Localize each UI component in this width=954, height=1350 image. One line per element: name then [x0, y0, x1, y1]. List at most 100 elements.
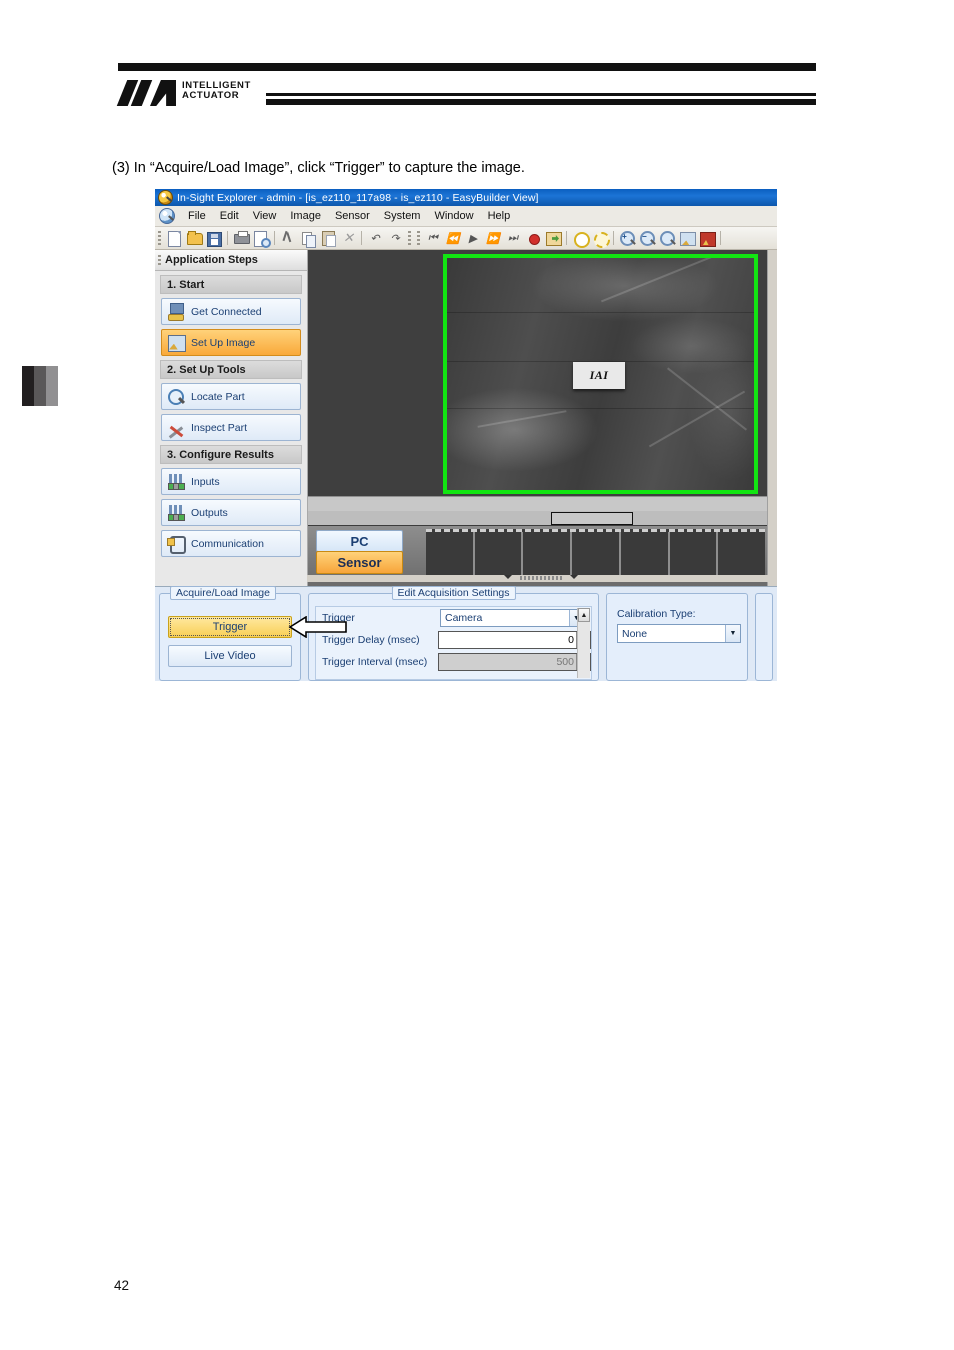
tab-pc[interactable]: PC [316, 530, 403, 552]
sidebar-item-set-up-image[interactable]: Set Up Image [161, 329, 301, 356]
magnifier-icon [166, 387, 186, 407]
tools-icon [166, 418, 186, 438]
edit-acquisition-settings-pane: Edit Acquisition Settings Trigger Camera… [308, 586, 599, 681]
splitter-caret-left[interactable] [504, 575, 513, 579]
window-title: In-Sight Explorer - admin - [is_ez110_11… [177, 191, 539, 204]
outputs-icon [166, 503, 186, 523]
undo-icon[interactable]: ↶ [366, 229, 384, 247]
toolbar-separator [361, 231, 362, 245]
scrollbar-thumb[interactable] [551, 512, 633, 525]
bottom-panel: Acquire/Load Image Trigger Live Video Ed… [155, 586, 777, 681]
sidebar-item-communication[interactable]: Communication [161, 530, 301, 557]
sidebar-item-get-connected[interactable]: Get Connected [161, 298, 301, 325]
zoom-fit-icon[interactable] [658, 229, 676, 247]
print-preview-icon[interactable] [252, 229, 271, 248]
filmstrip-cell[interactable] [670, 532, 719, 577]
open-folder-icon[interactable] [185, 229, 203, 247]
filmstrip-cell[interactable] [426, 532, 475, 577]
rewind-icon[interactable]: ⏪ [444, 229, 462, 247]
acquisition-vertical-scrollbar[interactable]: ▲ [577, 608, 590, 678]
toolbar-overflow-grip[interactable] [408, 231, 411, 245]
system-menu-icon[interactable] [159, 208, 175, 224]
zoom-in-icon[interactable]: + [618, 229, 636, 247]
toolbar-separator [274, 231, 275, 245]
last-record-icon[interactable]: ⏭ [504, 229, 522, 247]
menu-item-help[interactable]: Help [481, 209, 518, 223]
record-icon[interactable] [524, 229, 542, 247]
iai-logo-mark [116, 78, 182, 108]
sidebar-group-set-up-tools: 2. Set Up Tools [160, 360, 302, 379]
offline-icon[interactable] [591, 229, 610, 248]
scroll-up-icon[interactable]: ▲ [578, 608, 590, 622]
sidebar-item-locate-part[interactable]: Locate Part [161, 383, 301, 410]
trigger-source-value: Camera [445, 612, 483, 624]
menu-item-file[interactable]: File [181, 209, 213, 223]
pane-splitter[interactable] [307, 575, 777, 582]
acquisition-pane-title: Edit Acquisition Settings [391, 586, 516, 600]
splitter-grip-dots [520, 576, 564, 580]
export-icon[interactable] [544, 229, 562, 247]
trigger-button[interactable]: Trigger [168, 616, 292, 638]
zoom-out-icon[interactable]: − [638, 229, 656, 247]
filmstrip[interactable] [426, 529, 765, 580]
online-icon[interactable] [571, 229, 590, 248]
splitter-caret-right[interactable] [570, 575, 579, 579]
menu-item-view[interactable]: View [246, 209, 284, 223]
in-sight-explorer-window: In-Sight Explorer - admin - [is_ez110_11… [155, 189, 777, 681]
window-title-bar: In-Sight Explorer - admin - [is_ez110_11… [155, 189, 777, 206]
header-rule-thick [266, 99, 816, 105]
save-icon[interactable] [205, 229, 223, 247]
trigger-delay-stepper[interactable]: 0 ▲ ▼ [437, 631, 591, 649]
iai-logo-text: INTELLIGENT ACTUATOR [182, 81, 251, 101]
sidebar-grip[interactable] [158, 254, 161, 266]
filmstrip-cell[interactable] [621, 532, 670, 577]
header-rule-top [118, 63, 816, 71]
setting-label: Trigger Interval (msec) [322, 656, 428, 668]
image-refresh-icon[interactable] [678, 229, 696, 247]
page-number: 42 [114, 1278, 130, 1293]
new-document-icon[interactable] [165, 229, 183, 247]
toolbar-separator [720, 231, 721, 245]
print-icon[interactable] [232, 229, 250, 247]
region-of-interest-box[interactable]: IAI [443, 254, 758, 494]
sidebar-item-inspect-part[interactable]: Inspect Part [161, 414, 301, 441]
filmstrip-icon[interactable] [698, 229, 716, 247]
play-icon[interactable]: ▶ [464, 229, 482, 247]
image-stage[interactable]: IAI [308, 250, 777, 496]
menu-item-system[interactable]: System [377, 209, 428, 223]
menu-item-edit[interactable]: Edit [213, 209, 246, 223]
trigger-delay-value: 0 [568, 634, 574, 646]
redo-icon[interactable]: ↷ [386, 229, 404, 247]
filmstrip-cell[interactable] [718, 532, 765, 577]
sidebar-item-inputs[interactable]: Inputs [161, 468, 301, 495]
delete-icon[interactable]: ✕ [339, 229, 357, 247]
left-arrow-callout-icon [288, 616, 348, 638]
toolbar-grip[interactable] [417, 231, 420, 245]
viewer-horizontal-scrollbar[interactable] [308, 511, 777, 525]
filmstrip-cell[interactable] [475, 532, 524, 577]
filmstrip-cell[interactable] [523, 532, 573, 577]
calibration-type-select[interactable]: None ▼ [617, 624, 741, 643]
menu-item-window[interactable]: Window [427, 209, 480, 223]
toolbar-separator [566, 231, 567, 245]
fast-forward-icon[interactable]: ⏩ [484, 229, 502, 247]
captured-image: IAI [447, 258, 754, 490]
menu-item-image[interactable]: Image [283, 209, 328, 223]
connect-icon [166, 302, 186, 322]
trigger-source-select[interactable]: Camera ▼ [440, 609, 584, 627]
first-record-icon[interactable]: ⏮ [424, 229, 442, 247]
cut-icon[interactable] [279, 229, 297, 247]
sidebar-header: Application Steps [155, 250, 307, 271]
menu-item-sensor[interactable]: Sensor [328, 209, 377, 223]
toolbar-grip[interactable] [158, 231, 161, 245]
filmstrip-cell[interactable] [572, 532, 621, 577]
chevron-down-icon[interactable]: ▼ [725, 625, 740, 642]
communication-icon [166, 534, 186, 554]
setting-row-trigger: Trigger Camera ▼ [316, 607, 591, 629]
tab-sensor[interactable]: Sensor [316, 551, 403, 574]
paste-icon[interactable] [319, 229, 337, 247]
copy-icon[interactable] [299, 229, 317, 248]
sidebar-item-outputs[interactable]: Outputs [161, 499, 301, 526]
toolbar-separator [613, 231, 614, 245]
live-video-button[interactable]: Live Video [168, 645, 292, 667]
